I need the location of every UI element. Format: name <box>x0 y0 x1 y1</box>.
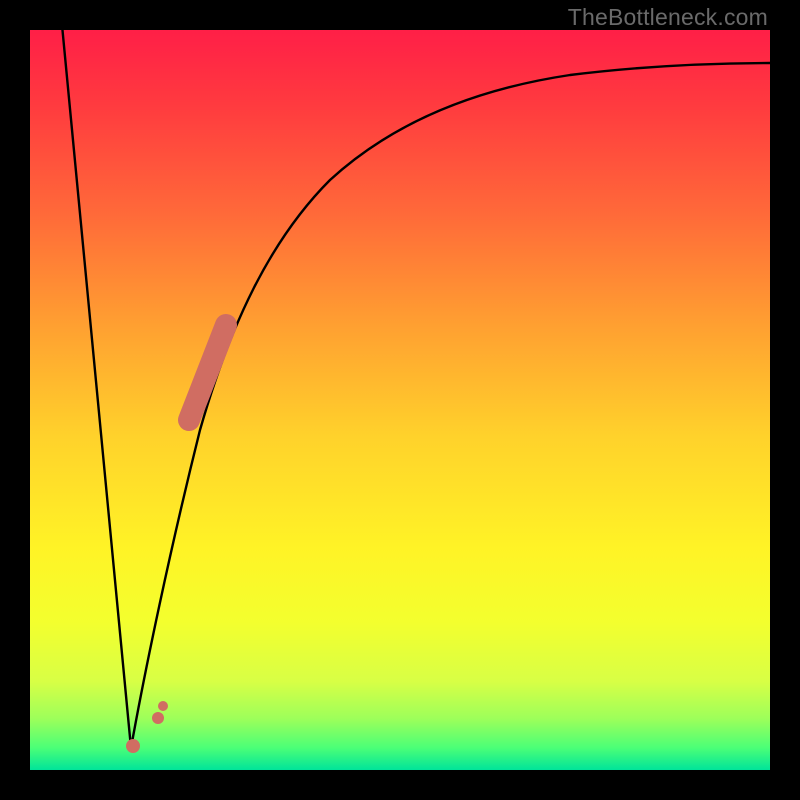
curve-right-branch <box>131 63 770 748</box>
curve-left-branch <box>62 30 131 748</box>
attribution-text: TheBottleneck.com <box>568 4 768 31</box>
chart-frame: TheBottleneck.com <box>0 0 800 800</box>
minimum-dot-a <box>126 739 140 753</box>
minimum-dot-c <box>158 701 168 711</box>
plot-area <box>30 30 770 770</box>
curve-layer <box>30 30 770 770</box>
minimum-dot-b <box>152 712 164 724</box>
